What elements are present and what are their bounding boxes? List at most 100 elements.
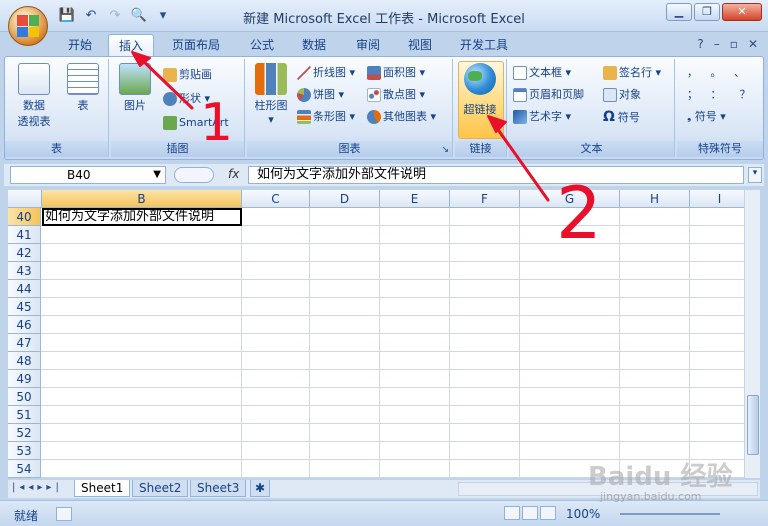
column-header-E[interactable]: E (380, 190, 450, 208)
punct-row-2[interactable]: ；：？ (687, 85, 768, 105)
close-button[interactable]: ✕ (722, 3, 762, 21)
column-chart-button[interactable]: 柱形图 ▾ (249, 61, 293, 126)
tab-insert[interactable]: 插入 (108, 34, 155, 56)
symbol-label: 符号 (617, 111, 640, 124)
pivot-table-button[interactable]: 数据 透视表 (11, 61, 57, 129)
row-header-45[interactable]: 45 (8, 298, 41, 316)
row-header-43[interactable]: 43 (8, 262, 41, 280)
tab-data[interactable]: 数据 (292, 34, 336, 56)
clipart-button[interactable]: 剪贴画 (163, 65, 212, 85)
formula-bar-expand-icon[interactable]: ▾ (748, 167, 762, 183)
tab-page-layout[interactable]: 页面布局 (162, 34, 230, 56)
header-footer-label: 页眉和页脚 (529, 88, 584, 101)
help-icon[interactable]: ? (697, 37, 703, 51)
area-chart-button[interactable]: 面积图 ▾ (367, 63, 425, 83)
sheet-nav-arrows-icon[interactable]: |◂◂▸▸| (12, 482, 63, 493)
worksheet-grid[interactable]: B C D E F G H I 40 41 42 43 44 45 46 47 48 49 50 51 52 53 54 如何… (8, 190, 744, 478)
tab-developer[interactable]: 开发工具 (450, 34, 518, 56)
name-box-dropdown-icon[interactable]: ▼ (153, 167, 161, 183)
row-header-53[interactable]: 53 (8, 442, 41, 460)
name-box[interactable]: B40 ▼ (10, 166, 166, 184)
select-all-corner[interactable] (8, 190, 42, 208)
textbox-button[interactable]: 文本框 ▾ (513, 63, 571, 83)
scatter-chart-button[interactable]: 散点图 ▾ (367, 85, 425, 105)
smartart-button[interactable]: SmartArt (163, 113, 229, 133)
shapes-button[interactable]: 形状 ▾ (163, 89, 210, 109)
ribbon-minimize-icon[interactable]: – (714, 37, 720, 51)
area-chart-label: 面积图 (383, 66, 416, 79)
vertical-scrollbar[interactable] (744, 190, 760, 478)
title-bar: 💾 ↶ ↷ 🔍 ▾ 新建 Microsoft Excel 工作表 - Micro… (0, 0, 768, 46)
column-header-F[interactable]: F (450, 190, 520, 208)
office-logo-icon (17, 15, 39, 37)
pie-chart-label: 饼图 (313, 88, 335, 101)
row-header-51[interactable]: 51 (8, 406, 41, 424)
wordart-button[interactable]: 艺术字 ▾ (513, 107, 571, 127)
insert-function-icon[interactable]: fx (228, 167, 239, 181)
formula-expand-icon[interactable] (174, 167, 214, 183)
charts-dialog-launcher-icon[interactable]: ↘ (441, 145, 449, 155)
formula-input[interactable]: 如何为文字添加外部文件说明 (248, 166, 744, 184)
page-break-view-icon[interactable] (540, 506, 556, 520)
tab-formulas[interactable]: 公式 (240, 34, 284, 56)
macro-record-icon[interactable] (56, 507, 72, 521)
column-header-B[interactable]: B (42, 190, 242, 208)
column-header-D[interactable]: D (310, 190, 380, 208)
row-header-41[interactable]: 41 (8, 226, 41, 244)
row-header-42[interactable]: 42 (8, 244, 41, 262)
restore-button[interactable]: ❐ (694, 3, 720, 21)
sheet-tab-1[interactable]: Sheet1 (74, 480, 131, 497)
ribbon-close-icon[interactable]: ✕ (748, 37, 758, 51)
column-chart-label: 柱形图 (254, 99, 288, 112)
office-button[interactable] (8, 6, 48, 46)
ribbon-right-controls: ? – ▫ ✕ (697, 37, 758, 51)
hyperlink-button[interactable]: 超链接 (457, 61, 503, 117)
table-button[interactable]: 表 (63, 61, 103, 113)
row-header-49[interactable]: 49 (8, 370, 41, 388)
object-label: 对象 (619, 88, 641, 101)
punct-row-1[interactable]: ，。、 (687, 63, 763, 83)
grid-row-line (41, 387, 744, 388)
bar-chart-button[interactable]: 条形图 ▾ (297, 107, 355, 127)
tab-review[interactable]: 审阅 (346, 34, 390, 56)
insert-sheet-icon[interactable]: ✱ (250, 480, 271, 497)
other-charts-button[interactable]: 其他图表 ▾ (367, 107, 436, 127)
grid-row-line (41, 333, 744, 334)
symbol-button[interactable]: Ω 符号 (603, 107, 640, 127)
column-header-I[interactable]: I (690, 190, 744, 208)
sheet-tab-3[interactable]: Sheet3 (190, 480, 247, 497)
pie-chart-button[interactable]: 饼图 ▾ (297, 85, 344, 105)
row-header-47[interactable]: 47 (8, 334, 41, 352)
row-header-54[interactable]: 54 (8, 460, 41, 478)
column-header-C[interactable]: C (242, 190, 310, 208)
zoom-level[interactable]: 100% (566, 507, 600, 521)
bar-chart-label: 条形图 (313, 110, 346, 123)
other-charts-label: 其他图表 (383, 110, 427, 123)
row-header-40[interactable]: 40 (8, 208, 41, 226)
tab-home[interactable]: 开始 (58, 34, 102, 56)
pivot-label-1: 数据 (23, 99, 45, 112)
zoom-slider[interactable] (620, 513, 720, 515)
special-symbol-button[interactable]: ❟ 符号 ▾ (687, 107, 726, 127)
picture-button[interactable]: 图片 (115, 61, 155, 113)
row-header-46[interactable]: 46 (8, 316, 41, 334)
sheet-tab-2[interactable]: Sheet2 (132, 480, 189, 497)
row-header-50[interactable]: 50 (8, 388, 41, 406)
grid-row-line (41, 279, 744, 280)
header-footer-button[interactable]: 页眉和页脚 (513, 85, 584, 105)
column-header-H[interactable]: H (620, 190, 690, 208)
line-chart-button[interactable]: 折线图 ▾ (297, 63, 355, 83)
vertical-scroll-thumb[interactable] (747, 395, 759, 455)
object-button[interactable]: 对象 (603, 85, 641, 105)
normal-view-icon[interactable] (504, 506, 520, 520)
column-header-G[interactable]: G (520, 190, 620, 208)
signature-line-button[interactable]: 签名行 ▾ (603, 63, 661, 83)
cell-b40[interactable]: 如何为文字添加外部文件说明 (42, 208, 242, 226)
row-header-44[interactable]: 44 (8, 280, 41, 298)
minimize-button[interactable]: ▁ (666, 3, 692, 21)
page-layout-view-icon[interactable] (522, 506, 538, 520)
tab-view[interactable]: 视图 (398, 34, 442, 56)
row-header-48[interactable]: 48 (8, 352, 41, 370)
row-header-52[interactable]: 52 (8, 424, 41, 442)
ribbon-restore-icon[interactable]: ▫ (730, 37, 738, 51)
